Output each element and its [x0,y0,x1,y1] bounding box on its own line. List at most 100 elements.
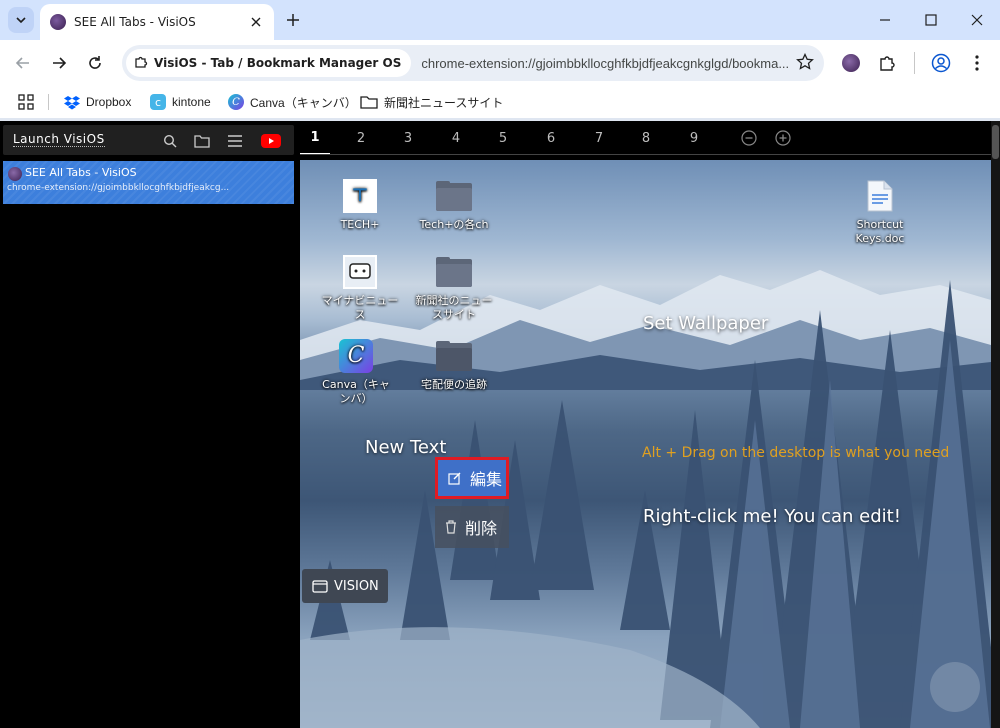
desktop-icon-label: Shortcut Keys.doc [855,218,905,245]
trash-icon [445,520,457,534]
desktop-icon-tech-plus[interactable]: ⊤ TECH+ [310,178,410,232]
hamburger-menu-icon[interactable] [226,132,244,150]
reload-button[interactable] [80,48,110,78]
desktop-icon-label: 宅配便の追跡 [421,378,487,391]
set-wallpaper-text[interactable]: Set Wallpaper [643,313,768,334]
folder-icon [436,338,472,374]
bookmark-folder-news[interactable]: 新聞社ニュースサイト [360,92,503,112]
forward-button[interactable] [44,48,74,78]
bookmark-label: kintone [172,95,211,109]
reload-icon [89,56,101,69]
bookmark-kintone[interactable]: c kintone [150,92,211,112]
desktop-area[interactable]: ⊤ TECH+ Tech+の各ch Shortcut Keys.doc マイナビ… [300,160,991,728]
edit-icon [448,471,462,485]
maximize-icon [925,14,937,26]
sidebar-header: Launch VisiOS [3,125,294,155]
desktop-tab-6[interactable]: 6 [536,121,566,155]
scrollbar-thumb[interactable] [992,125,999,159]
desktop-icon-shortcut-doc[interactable]: Shortcut Keys.doc [830,178,930,246]
folder-icon [436,254,472,290]
sidebar-tab-item[interactable]: SEE All Tabs - VisiOS chrome-extension:/… [3,161,294,204]
folder-icon[interactable] [193,132,211,150]
profile-icon[interactable] [928,50,954,76]
new-text-widget[interactable]: New Text [365,437,446,458]
chevron-down-icon [16,17,26,24]
desktop-icon-takkyubin[interactable]: 宅配便の追跡 [404,338,504,392]
zoom-in-icon[interactable] [775,130,791,146]
visios-favicon-icon [8,167,22,181]
visios-favicon-icon [50,14,66,30]
new-tab-button[interactable] [282,9,304,31]
bookmark-star-icon[interactable] [796,52,814,75]
dropbox-icon [64,94,80,110]
extensions-icon[interactable] [874,50,900,76]
tech-plus-logo-icon: ⊤ [342,178,378,214]
vision-button-label: VISION [334,578,379,594]
bookmark-label: Dropbox [86,95,132,109]
desktop-tab-2[interactable]: 2 [346,121,376,155]
tab-close-icon[interactable] [246,12,266,32]
vertical-scrollbar[interactable] [991,121,1000,728]
sidebar-tab-url: chrome-extension://gjoimbbkllocghfkbjdfj… [7,183,230,193]
kebab-menu-icon[interactable] [964,50,990,76]
desktop-tab-5[interactable]: 5 [488,121,518,155]
youtube-icon[interactable] [260,132,282,150]
desktop-tab-8[interactable]: 8 [631,121,661,155]
visios-extension-icon[interactable] [838,50,864,76]
desktop-icon-mynavi[interactable]: マイナビニュース [310,254,410,322]
folder-icon [360,94,378,110]
close-window-button[interactable] [954,0,1000,40]
launch-visios-button[interactable]: Launch VisiOS [13,132,105,147]
search-icon[interactable] [161,132,179,150]
desktop-icon-label: Canva（キャンバ） [322,378,390,405]
address-bar[interactable]: VisiOS - Tab / Bookmark Manager OS chrom… [122,45,824,81]
desktop-tabs: 1 2 3 4 5 6 7 8 9 [300,121,991,155]
desktop-icon-news-folder[interactable]: 新聞社のニュースサイト [404,254,504,322]
minimize-icon [880,19,890,21]
site-info-chip[interactable]: VisiOS - Tab / Bookmark Manager OS [126,49,412,77]
bookmark-label: 新聞社ニュースサイト [384,95,504,110]
desktop-icon-label: Tech+の各ch [419,218,489,231]
minimize-button[interactable] [862,0,908,40]
back-button[interactable] [8,48,38,78]
desktop-tab-4[interactable]: 4 [441,121,471,155]
document-icon [862,178,898,214]
maximize-button[interactable] [908,0,954,40]
close-icon [971,14,983,26]
mynavi-logo-icon [342,254,378,290]
bookmarks-bar: Dropbox c kintone C Canva（キャンバ） 新聞社ニュースサ… [0,86,1000,118]
right-click-text[interactable]: Right-click me! You can edit! [643,506,901,527]
toolbar-divider [914,52,915,74]
desktop-icon-canva[interactable]: C Canva（キャンバ） [306,338,406,406]
canva-logo-icon: C [338,338,374,374]
browser-toolbar: VisiOS - Tab / Bookmark Manager OS chrom… [0,40,1000,86]
desktop-icon-label: マイナビニュース [321,294,399,321]
tab-title: SEE All Tabs - VisiOS [74,15,196,29]
desktop-icon-label: 新聞社のニュースサイト [415,294,493,321]
context-menu-edit[interactable]: 編集 [435,457,509,499]
zoom-out-icon[interactable] [741,130,757,146]
context-menu-delete-label: 削除 [465,519,498,538]
desktop-tab-9[interactable]: 9 [679,121,709,155]
vision-button[interactable]: VISION [302,569,388,603]
arrow-left-icon [15,57,29,69]
desktop-tab-7[interactable]: 7 [584,121,614,155]
tab-search-button[interactable] [8,7,34,33]
browser-tab[interactable]: SEE All Tabs - VisiOS [40,4,274,40]
window-icon [312,579,328,593]
bookmark-dropbox[interactable]: Dropbox [64,92,131,112]
site-chip-label: VisiOS - Tab / Bookmark Manager OS [154,56,402,70]
desktop-tab-1[interactable]: 1 [300,121,330,155]
url-text[interactable]: chrome-extension://gjoimbbkllocghfkbjdfj… [421,56,824,71]
folder-icon [436,178,472,214]
desktop-icon-label: TECH+ [340,218,380,231]
hint-text[interactable]: Alt + Drag on the desktop is what you ne… [642,445,949,461]
apps-grid-icon[interactable] [18,92,34,112]
desktop-icon-tech-folder[interactable]: Tech+の各ch [404,178,504,232]
bookmark-divider [48,94,49,110]
sidebar: Launch VisiOS SEE All Tabs - VisiOS chro… [0,121,298,728]
bookmark-canva[interactable]: C Canva（キャンバ） [228,92,357,112]
desktop-tab-3[interactable]: 3 [393,121,423,155]
sidebar-tab-title: SEE All Tabs - VisiOS [25,166,137,179]
context-menu-delete[interactable]: 削除 [435,506,509,548]
